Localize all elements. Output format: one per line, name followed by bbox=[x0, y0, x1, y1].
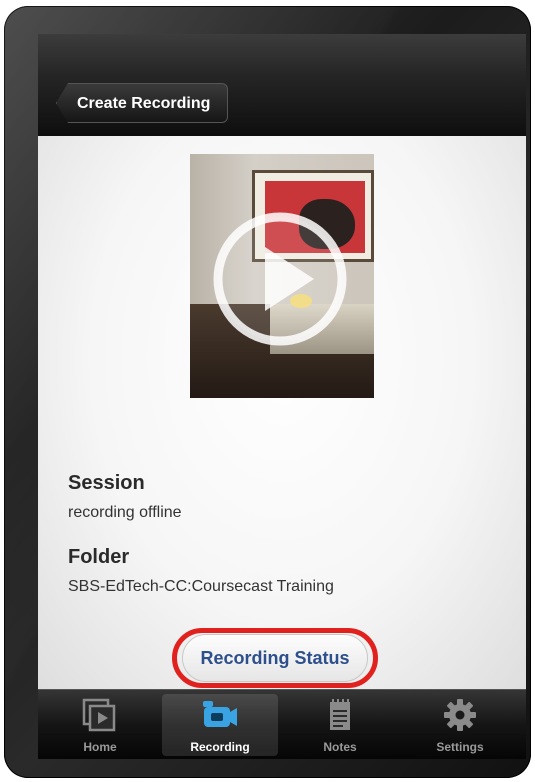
recording-detail: Session recording offline Folder SBS-EdT… bbox=[38, 136, 526, 689]
tab-settings[interactable]: Settings bbox=[402, 694, 518, 756]
app-screen: Create Recording Session recording offli… bbox=[38, 34, 526, 759]
tab-bar: Home Recording Notes Settings bbox=[38, 689, 526, 759]
tab-recording[interactable]: Recording bbox=[162, 694, 278, 756]
notepad-icon bbox=[330, 699, 350, 730]
recording-status-button[interactable]: Recording Status bbox=[182, 634, 368, 682]
video-camera-icon bbox=[203, 701, 237, 727]
session-value: recording offline bbox=[68, 504, 182, 521]
status-bar bbox=[38, 34, 526, 75]
recording-thumbnail[interactable] bbox=[190, 154, 374, 398]
gear-icon bbox=[444, 699, 476, 731]
home-icon bbox=[82, 698, 116, 732]
navigation-bar: Create Recording bbox=[38, 74, 526, 136]
folder-value: SBS-EdTech-CC:Coursecast Training bbox=[68, 578, 334, 595]
tab-settings-label: Settings bbox=[436, 740, 484, 754]
session-heading: Session bbox=[68, 472, 145, 494]
tab-recording-label: Recording bbox=[190, 740, 250, 754]
tab-home-label: Home bbox=[83, 740, 117, 754]
play-icon[interactable] bbox=[210, 209, 350, 349]
tab-notes-label: Notes bbox=[323, 740, 357, 754]
folder-heading: Folder bbox=[68, 546, 130, 568]
tab-notes[interactable]: Notes bbox=[282, 694, 398, 756]
tab-home[interactable]: Home bbox=[42, 694, 158, 756]
tablet-frame: Create Recording Session recording offli… bbox=[4, 6, 531, 778]
back-button[interactable]: Create Recording bbox=[56, 83, 228, 123]
